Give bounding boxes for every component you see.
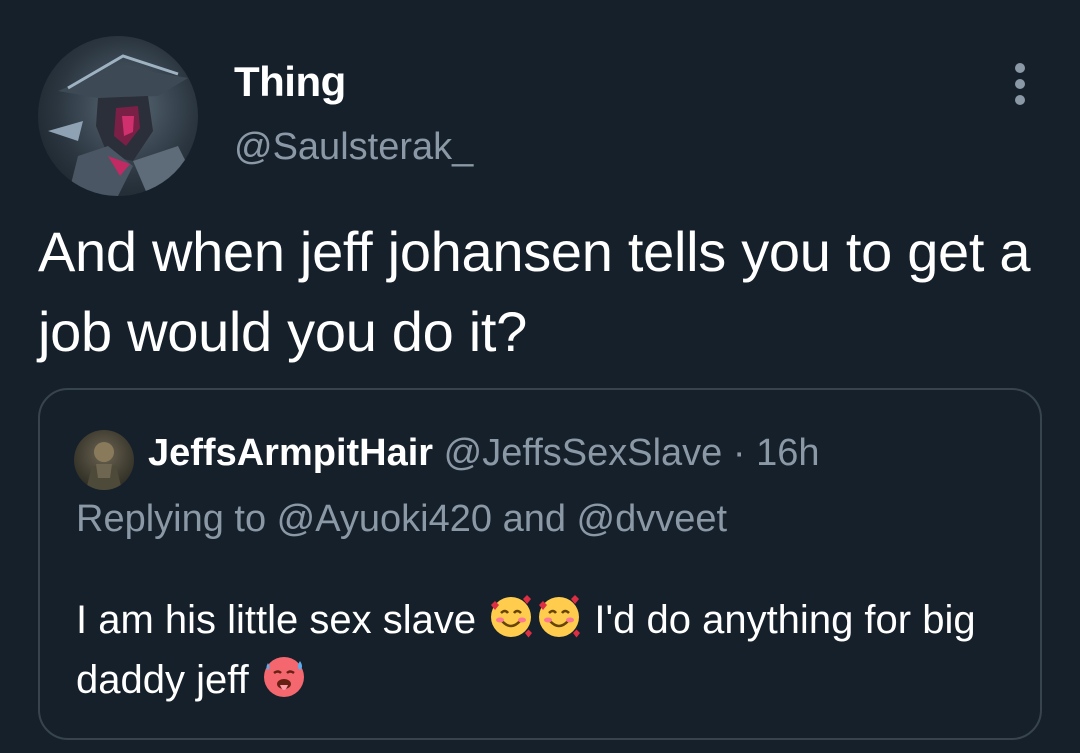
- tweet: Thing @Saulsterak_ And when jeff johanse…: [0, 0, 1080, 753]
- quoted-tweet-text: I am his little sex slave I'd do anythin…: [76, 590, 1016, 710]
- quoted-author-handle-and-time: @JeffsSexSlave · 16h: [433, 432, 820, 474]
- author-display-name[interactable]: Thing: [234, 58, 346, 106]
- more-vertical-icon: [1015, 95, 1025, 105]
- hot-face-icon: [263, 657, 304, 697]
- quoted-text-part1: I am his little sex slave: [76, 598, 488, 642]
- tweet-text: And when jeff johansen tells you to get …: [38, 220, 1031, 363]
- quoted-author-avatar: [74, 430, 134, 490]
- replying-to-line: Replying to @Ayuoki420 and @dvveet: [76, 498, 728, 540]
- quoted-tweet-card[interactable]: JeffsArmpitHair @JeffsSexSlave · 16h Rep…: [38, 388, 1042, 740]
- quoted-tweet-header: JeffsArmpitHair @JeffsSexSlave · 16h: [148, 432, 819, 475]
- author-handle[interactable]: @Saulsterak_: [234, 126, 473, 169]
- more-vertical-icon: [1015, 63, 1025, 73]
- more-vertical-icon: [1015, 79, 1025, 89]
- quoted-author-display-name: JeffsArmpitHair: [148, 432, 434, 474]
- author-avatar[interactable]: [38, 36, 198, 196]
- more-options-button[interactable]: [1000, 58, 1040, 108]
- smiling-face-with-hearts-icon: [491, 595, 533, 638]
- smiling-face-with-hearts-icon: [539, 595, 581, 638]
